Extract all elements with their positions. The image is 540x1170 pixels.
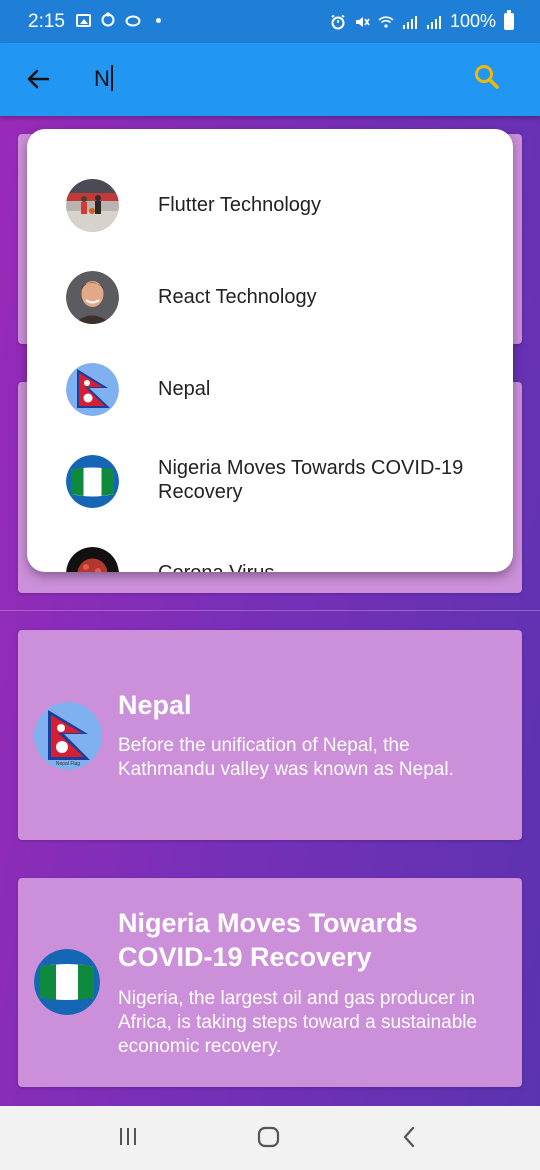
nepal-flag-avatar: [66, 363, 119, 416]
nigeria-flag-icon: [34, 949, 100, 1015]
card-description: Nigeria, the largest oil and gas produce…: [118, 988, 478, 1057]
wifi-icon: [378, 15, 394, 28]
svg-text:Nepal Flag: Nepal Flag: [56, 761, 80, 767]
person-photo-avatar: [66, 271, 119, 324]
virus-image-avatar: [66, 547, 119, 572]
cloud-icon: [125, 15, 141, 27]
list-divider: [0, 610, 540, 611]
recent-apps-button[interactable]: [116, 1124, 142, 1150]
status-bar: 2:15 100%: [0, 0, 540, 43]
nigeria-flag-avatar: [66, 455, 119, 508]
nepal-flag-icon: Nepal Flag: [34, 702, 102, 770]
back-nav-button[interactable]: [397, 1124, 423, 1150]
search-suggestions-popup: Flutter Technology React Technology Nepa…: [27, 129, 513, 572]
virus-icon: [66, 547, 119, 572]
text-caret: [111, 65, 113, 91]
search-app-bar: [0, 43, 540, 116]
person-photo-icon: [66, 271, 119, 324]
suggestion-label: React Technology: [158, 286, 317, 308]
signal-icon-2: [426, 15, 441, 29]
card-title: Nigeria Moves Towards COVID-19 Recovery: [118, 908, 418, 972]
suggestion-label: Nigeria Moves Towards COVID-19 Recovery: [158, 457, 464, 503]
mute-icon: [355, 16, 370, 27]
alarm-icon: [331, 14, 345, 29]
gallery-icon: [76, 13, 91, 27]
home-button[interactable]: [256, 1124, 282, 1150]
suggestion-item[interactable]: Flutter Technology: [27, 166, 513, 246]
search-icon[interactable]: [472, 62, 502, 92]
battery-icon: [504, 10, 514, 30]
sync-icon: [101, 12, 115, 27]
suggestion-item[interactable]: Nigeria Moves Towards COVID-19 Recovery: [27, 442, 513, 522]
card-nigeria[interactable]: Nigeria Moves Towards COVID-19 Recovery …: [18, 878, 522, 1087]
basketball-photo-avatar: [66, 179, 119, 232]
status-right: 100%: [330, 10, 514, 32]
card-description: Before the unification of Nepal, the Kat…: [118, 735, 454, 780]
basketball-photo-icon: [66, 179, 119, 232]
battery-percent: 100%: [449, 11, 496, 31]
nepal-flag-icon: [66, 363, 119, 416]
notification-icons: [76, 12, 161, 28]
status-time: 2:15: [28, 11, 65, 32]
more-notifications-dot: [156, 17, 161, 23]
system-nav-bar: [0, 1106, 540, 1170]
suggestion-item[interactable]: Nepal: [27, 350, 513, 430]
suggestion-label: Corona Virus: [158, 561, 488, 572]
nigeria-flag-avatar: [34, 949, 100, 1015]
nepal-flag-avatar: Nepal Flag: [34, 702, 102, 770]
signal-icon: [402, 15, 417, 29]
suggestion-item[interactable]: Corona Virus: [27, 534, 513, 572]
back-button[interactable]: [22, 63, 54, 95]
search-input[interactable]: [94, 63, 434, 95]
suggestion-label: Flutter Technology: [158, 194, 322, 216]
card-nepal[interactable]: Nepal Flag Nepal Before the unification …: [18, 630, 522, 840]
suggestion-label: Nepal: [158, 378, 211, 400]
suggestion-item[interactable]: React Technology: [27, 258, 513, 338]
app-screen: 2:15 100% N Nepal Flag Nepal Before the …: [0, 0, 540, 1170]
card-title: Nepal: [118, 690, 192, 720]
nigeria-flag-icon: [66, 455, 119, 508]
